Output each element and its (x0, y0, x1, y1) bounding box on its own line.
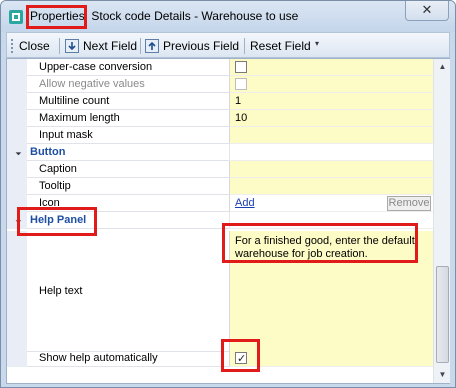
property-label: Caption (27, 161, 229, 178)
reset-field-button[interactable]: Reset Field (250, 37, 311, 55)
close-button-label: Close (19, 39, 50, 53)
title-rest: Stock code Details - Warehouse to use (88, 9, 299, 23)
property-label: Help text (27, 231, 229, 352)
category-row-button[interactable]: Button (7, 144, 433, 161)
input-mask-value[interactable] (229, 127, 433, 144)
row-gutter (7, 93, 27, 110)
help-panel-highlight-box (17, 207, 97, 236)
row-gutter (7, 76, 27, 93)
row-gutter (7, 231, 27, 352)
help-text-highlight-box (222, 223, 418, 263)
property-label: Tooltip (27, 178, 229, 195)
previous-field-label: Previous Field (163, 39, 240, 53)
remove-icon-button: Remove (387, 196, 431, 211)
property-label: Upper-case conversion (27, 59, 229, 76)
previous-field-button[interactable]: Previous Field (145, 37, 239, 55)
property-row-maxlength: Maximum length 10 (7, 110, 433, 127)
title-bar: Properties: Stock code Details - Warehou… (1, 1, 455, 32)
property-row-input-mask: Input mask (7, 127, 433, 144)
property-label: Allow negative values (27, 76, 229, 93)
multiline-value[interactable]: 1 (229, 93, 433, 110)
tooltip-value[interactable] (229, 178, 433, 195)
row-gutter (7, 59, 27, 76)
row-gutter (7, 144, 27, 161)
collapse-icon[interactable] (12, 146, 22, 156)
toolbar: Close Next Field Previous Field Reset Fi… (6, 32, 450, 58)
row-gutter (7, 161, 27, 178)
scroll-up-icon[interactable]: ▲ (437, 61, 448, 72)
row-gutter (7, 110, 27, 127)
reset-field-label: Reset Field (250, 39, 311, 53)
uppercase-checkbox[interactable] (235, 61, 247, 73)
vertical-scrollbar[interactable]: ▲ ▼ (433, 59, 450, 383)
icon-value-cell: Add Remove (229, 195, 433, 212)
scrollbar-thumb[interactable] (436, 266, 449, 363)
scroll-down-icon[interactable]: ▼ (437, 369, 448, 380)
category-label: Button (27, 144, 229, 161)
arrow-down-icon (65, 39, 79, 53)
toolbar-grip[interactable] (11, 39, 13, 53)
row-gutter (7, 178, 27, 195)
allow-negative-checkbox (235, 78, 247, 90)
next-field-label: Next Field (83, 39, 138, 53)
uppercase-value-cell (229, 59, 433, 76)
title-highlight-box (26, 5, 87, 29)
toolbar-separator (244, 38, 245, 54)
property-row-caption: Caption (7, 161, 433, 178)
app-icon (9, 10, 23, 24)
property-label: Maximum length (27, 110, 229, 127)
maxlength-value[interactable]: 10 (229, 110, 433, 127)
add-icon-link[interactable]: Add (235, 197, 255, 209)
toolbar-separator (59, 38, 60, 54)
property-label: Show help automatically (27, 350, 229, 367)
property-row-uppercase: Upper-case conversion (7, 59, 433, 76)
row-gutter (7, 350, 27, 367)
category-value-cell (229, 144, 433, 161)
property-row-tooltip: Tooltip (7, 178, 433, 195)
row-gutter (7, 127, 27, 144)
property-row-allow-negative: Allow negative values (7, 76, 433, 93)
property-label: Multiline count (27, 93, 229, 110)
toolbar-separator (140, 38, 141, 54)
window-close-button[interactable]: ✕ (405, 1, 449, 21)
close-button[interactable]: Close (19, 37, 50, 55)
next-field-button[interactable]: Next Field (65, 37, 137, 55)
property-grid: Upper-case conversion Allow negative val… (6, 58, 450, 384)
properties-window: Properties: Stock code Details - Warehou… (0, 0, 456, 388)
show-help-highlight-box (221, 339, 260, 372)
allow-negative-value-cell (229, 76, 433, 93)
toolbar-overflow-button[interactable]: ▾ (312, 39, 322, 55)
caption-value[interactable] (229, 161, 433, 178)
property-row-multiline: Multiline count 1 (7, 93, 433, 110)
arrow-up-icon (145, 39, 159, 53)
property-label: Input mask (27, 127, 229, 144)
property-row-show-help: Show help automatically (7, 350, 433, 367)
